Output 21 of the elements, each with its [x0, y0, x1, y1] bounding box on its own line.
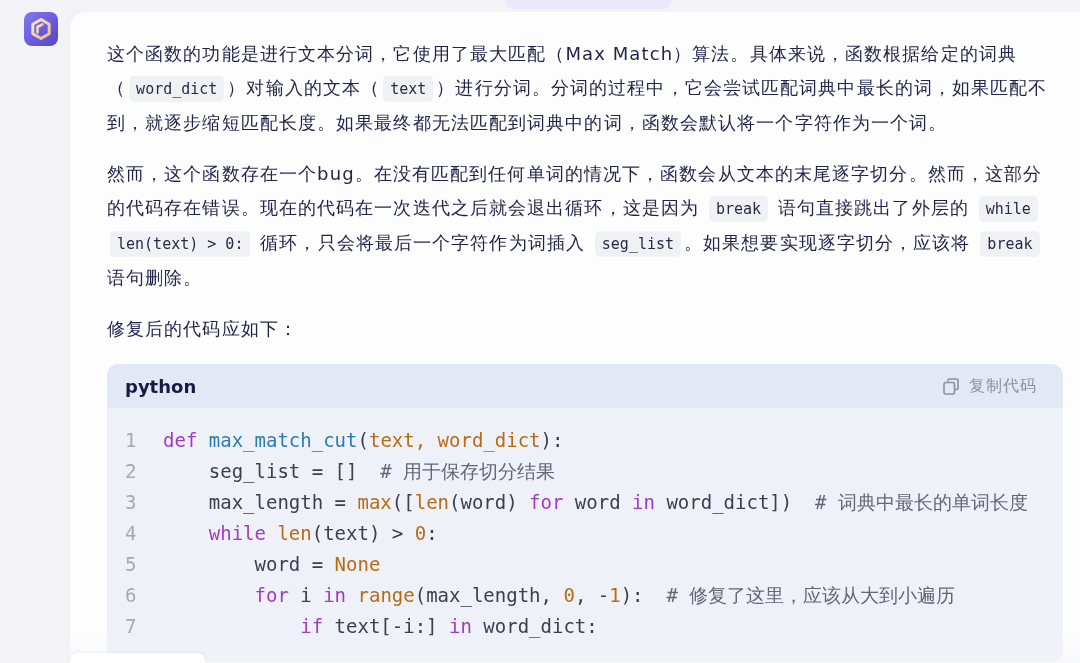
code-line: seg_list = [] # 用于保存切分结果 — [207, 459, 556, 485]
paragraph: 这个函数的功能是进行文本分词，它使用了最大匹配（Max Match）算法。具体来说，函数根据给定的词典（ word_dict ）对输入的文本（ text ）进行分词。分词的过程中，它会尝试匹配词典中最长的词，如果匹配不到，就逐步缩短匹配长度。如果最终都无法匹配到词典中的词，函数会默认将一个字符作为一个词。 — [107, 42, 1049, 135]
logo-icon — [24, 12, 58, 46]
line-number: 6 — [125, 583, 138, 608]
language-label: python — [125, 374, 197, 399]
code-line: def max_match_cut(text, word_dict): — [163, 428, 564, 454]
code-line: max_length = max([len(word) for word in word_dict]) # 词典中最长的单词长度 — [207, 490, 1028, 516]
code-line: while len(text) > 0: — [207, 521, 438, 546]
line-number: 1 — [125, 428, 138, 453]
line-number: 3 — [125, 490, 138, 515]
copy-code-button[interactable]: 复制代码 — [943, 374, 1037, 398]
line-number: 2 — [125, 459, 138, 484]
paragraph: 修复后的代码应如下： — [107, 317, 299, 341]
line-number: 4 — [125, 521, 138, 546]
line-number: 5 — [125, 552, 138, 577]
paragraph: 然而，这个函数存在一个bug。在没有匹配到任何单词的情况下，函数会从文本的末尾逐字切分。然而，这部分的代码存在错误。现在的代码在一次迭代之后就会退出循环，这是因为 break 语句直接跳出了外层的 while len(text) > 0: 循环，只会将最后一个字符作为词插入 seg_list 。如果想要实现逐字切分，应该将 break 语句删除。 — [107, 162, 1044, 290]
line-number: 7 — [125, 614, 138, 639]
code-line: if text[-i:] in word_dict: — [299, 614, 598, 640]
code-line: word = None — [253, 552, 381, 577]
code-line: for i in range(max_length, 0, -1): # 修复了这里，应该从大到小遍历 — [253, 583, 956, 609]
copy-icon — [943, 377, 959, 395]
